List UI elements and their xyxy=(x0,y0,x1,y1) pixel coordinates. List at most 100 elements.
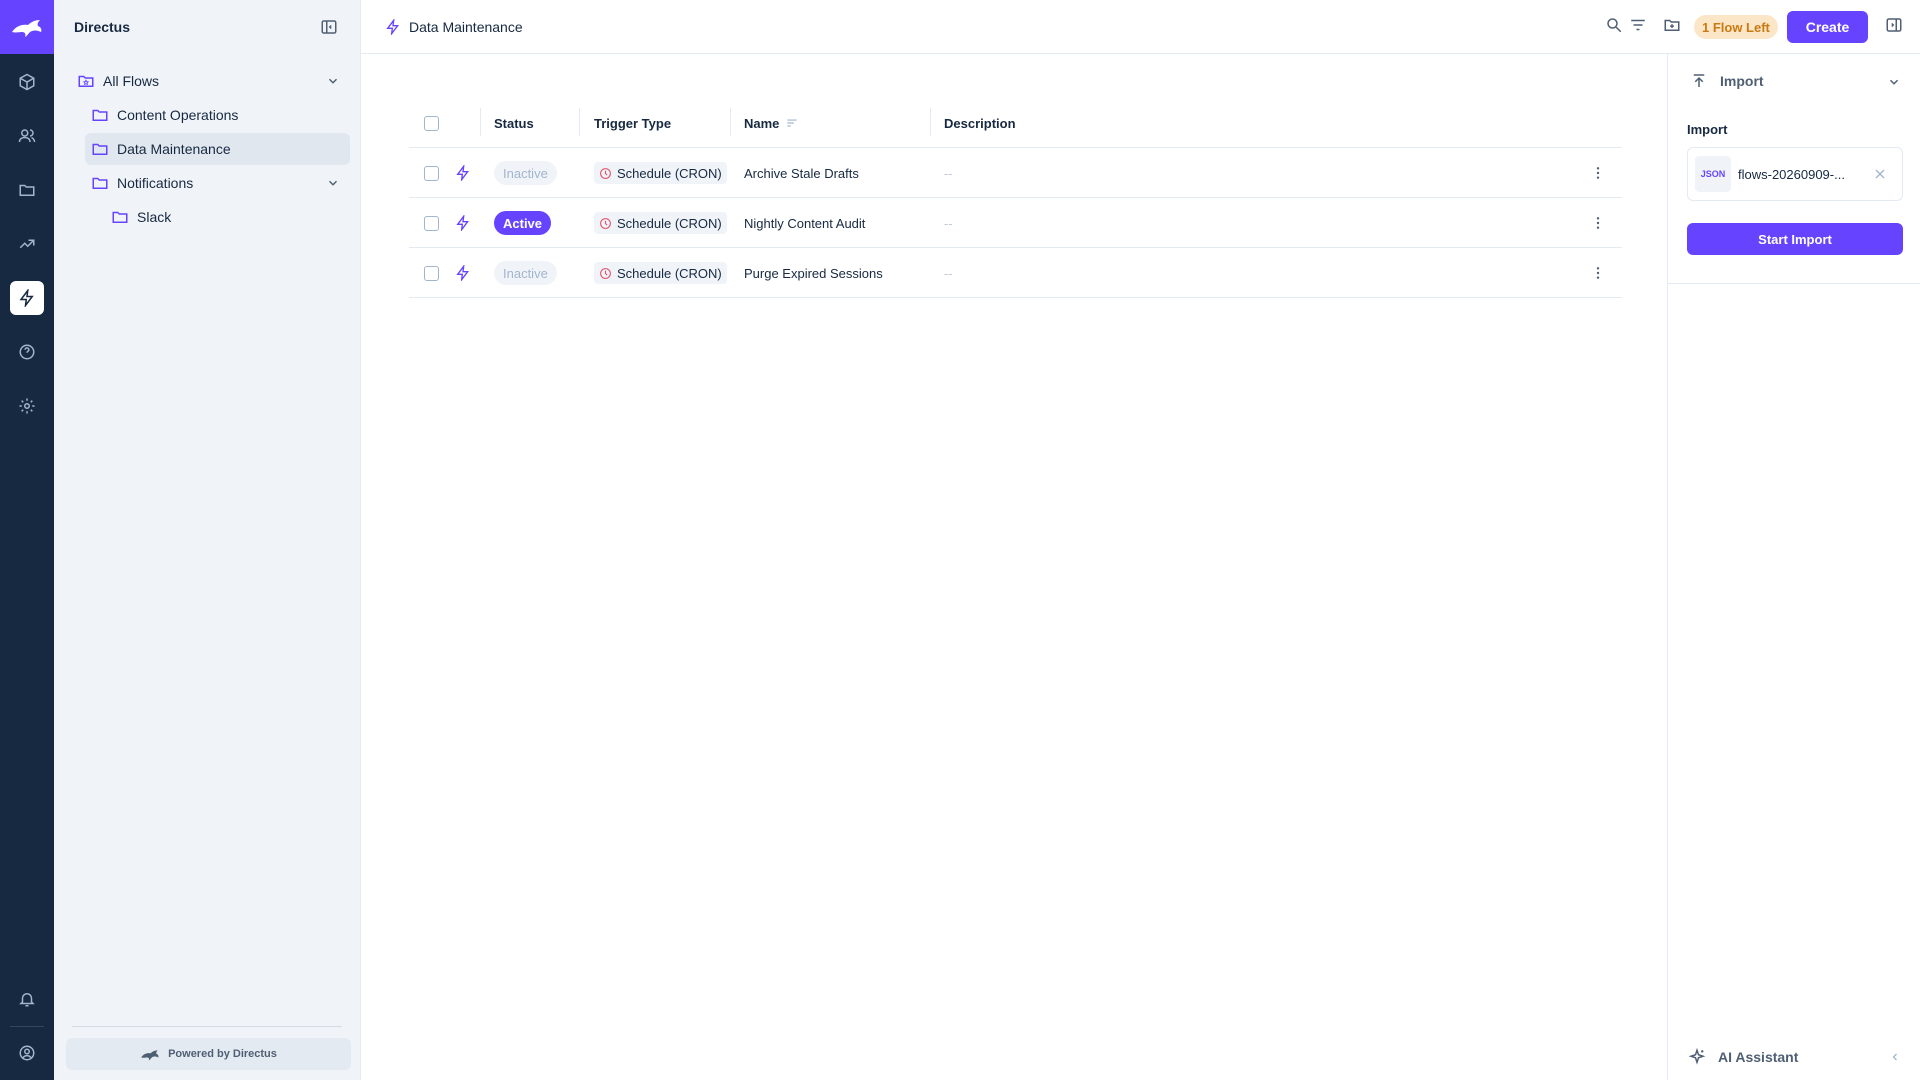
files-module-icon[interactable] xyxy=(10,173,44,207)
new-folder-icon[interactable] xyxy=(1663,16,1681,34)
page-header: Data Maintenance 1 Flow Left Create xyxy=(361,0,1920,54)
column-trigger-type[interactable]: Trigger Type xyxy=(594,98,671,148)
flows-bolt-icon xyxy=(386,19,399,35)
flows-module-icon[interactable] xyxy=(10,281,44,315)
folder-icon xyxy=(91,174,109,192)
navigation-panel: Directus All Flows Content Operations Da… xyxy=(54,0,361,1080)
bolt-icon xyxy=(455,248,471,298)
trigger-cell: Schedule (CRON) xyxy=(594,248,727,298)
search-icon[interactable] xyxy=(1605,16,1623,34)
status-badge: Active xyxy=(494,211,552,235)
flows-table: Status Trigger Type Name Description Ina… xyxy=(409,98,1622,298)
more-vert-icon[interactable] xyxy=(1590,215,1606,231)
ai-assistant-toggle[interactable]: AI Assistant xyxy=(1668,1035,1920,1079)
nav-item-label: Notifications xyxy=(117,175,194,191)
trigger-cell: Schedule (CRON) xyxy=(594,198,727,248)
nav-footer-divider xyxy=(72,1026,342,1027)
page-title: Data Maintenance xyxy=(385,0,523,54)
status-cell: Inactive xyxy=(494,148,557,198)
row-checkbox[interactable] xyxy=(424,248,439,298)
settings-module-icon[interactable] xyxy=(10,389,44,423)
nav-item-label: Slack xyxy=(137,209,172,225)
right-sidebar: Import Import JSON flows-20260909-... St… xyxy=(1667,54,1920,1080)
flow-name: Nightly Content Audit xyxy=(744,215,866,231)
sort-icon[interactable] xyxy=(785,116,799,130)
nav-item-content-operations[interactable]: Content Operations xyxy=(85,99,350,131)
table-row[interactable]: Active Schedule (CRON) Nightly Content A… xyxy=(409,198,1622,248)
import-file-field[interactable]: JSON flows-20260909-... xyxy=(1687,147,1903,201)
clock-icon xyxy=(600,267,611,279)
chevron-down-icon[interactable] xyxy=(1887,75,1901,89)
flow-name: Archive Stale Drafts xyxy=(744,165,859,181)
bolt-icon xyxy=(455,148,471,198)
json-file-icon: JSON xyxy=(1695,156,1731,192)
status-badge: Inactive xyxy=(494,161,557,185)
powered-by-directus[interactable]: Powered by Directus xyxy=(66,1038,351,1070)
row-checkbox[interactable] xyxy=(424,198,439,248)
module-bar-divider xyxy=(10,1026,44,1027)
rabbit-logo-icon xyxy=(12,20,42,37)
table-row[interactable]: Inactive Schedule (CRON) Purge Expired S… xyxy=(409,248,1622,298)
nav-item-label: Data Maintenance xyxy=(117,141,231,157)
flow-description: -- xyxy=(944,215,953,231)
column-name[interactable]: Name xyxy=(744,98,799,148)
chevron-down-icon[interactable] xyxy=(326,74,340,88)
trigger-label: Schedule (CRON) xyxy=(617,165,722,181)
nav-item-label: All Flows xyxy=(103,73,160,89)
nav-item-slack[interactable]: Slack xyxy=(105,201,350,233)
nav-item-data-maintenance[interactable]: Data Maintenance xyxy=(85,133,350,165)
ai-assistant-label: AI Assistant xyxy=(1718,1049,1799,1065)
chevron-down-icon[interactable] xyxy=(326,176,340,190)
users-module-icon[interactable] xyxy=(10,119,44,153)
nav-header: Directus xyxy=(54,0,360,54)
import-field-label: Import xyxy=(1687,122,1728,137)
nav-item-all-flows[interactable]: All Flows xyxy=(71,65,350,97)
column-divider xyxy=(579,108,580,136)
notifications-bell-icon[interactable] xyxy=(10,982,44,1016)
user-account-icon[interactable] xyxy=(10,1036,44,1070)
more-vert-icon[interactable] xyxy=(1590,265,1606,281)
column-description[interactable]: Description xyxy=(944,98,1016,148)
nav-item-notifications[interactable]: Notifications xyxy=(85,167,350,199)
trigger-cell: Schedule (CRON) xyxy=(594,148,727,198)
trigger-chip: Schedule (CRON) xyxy=(594,262,727,284)
table-header: Status Trigger Type Name Description xyxy=(409,98,1622,148)
select-all-checkbox[interactable] xyxy=(424,98,439,148)
chevron-left-icon[interactable] xyxy=(1889,1051,1901,1063)
help-module-icon[interactable] xyxy=(10,335,44,369)
directus-logo[interactable] xyxy=(0,0,54,54)
rabbit-logo-icon xyxy=(141,1049,159,1060)
status-badge: Inactive xyxy=(494,261,557,285)
flows-left-badge: 1 Flow Left xyxy=(1694,15,1778,39)
sidebar-divider xyxy=(1668,283,1920,284)
more-vert-icon[interactable] xyxy=(1590,165,1606,181)
powered-by-label: Powered by Directus xyxy=(168,1048,277,1060)
content-module-icon[interactable] xyxy=(10,65,44,99)
folder-icon xyxy=(91,106,109,124)
folder-icon xyxy=(111,208,129,226)
upload-icon xyxy=(1693,74,1705,87)
column-divider xyxy=(930,108,931,136)
table-row[interactable]: Inactive Schedule (CRON) Archive Stale D… xyxy=(409,148,1622,198)
toggle-sidebar-icon[interactable] xyxy=(1885,16,1903,34)
trigger-label: Schedule (CRON) xyxy=(617,215,722,231)
collapse-sidebar-icon[interactable] xyxy=(320,18,338,36)
column-name-label: Name xyxy=(744,115,780,131)
insights-module-icon[interactable] xyxy=(10,227,44,261)
folder-icon xyxy=(91,140,109,158)
close-icon[interactable] xyxy=(1872,166,1888,182)
trigger-chip: Schedule (CRON) xyxy=(594,212,727,234)
column-status[interactable]: Status xyxy=(494,98,534,148)
row-checkbox[interactable] xyxy=(424,148,439,198)
column-divider xyxy=(480,108,481,136)
main-content: Status Trigger Type Name Description Ina… xyxy=(361,54,1667,1080)
filter-icon[interactable] xyxy=(1629,16,1647,34)
start-import-button[interactable]: Start Import xyxy=(1687,223,1903,255)
import-file-name: flows-20260909-... xyxy=(1738,166,1845,182)
import-section-header[interactable]: Import xyxy=(1668,54,1920,108)
create-button[interactable]: Create xyxy=(1787,11,1868,43)
trigger-label: Schedule (CRON) xyxy=(617,265,722,281)
bolt-icon xyxy=(455,198,471,248)
clock-icon xyxy=(600,217,611,229)
app-title: Directus xyxy=(74,19,131,35)
